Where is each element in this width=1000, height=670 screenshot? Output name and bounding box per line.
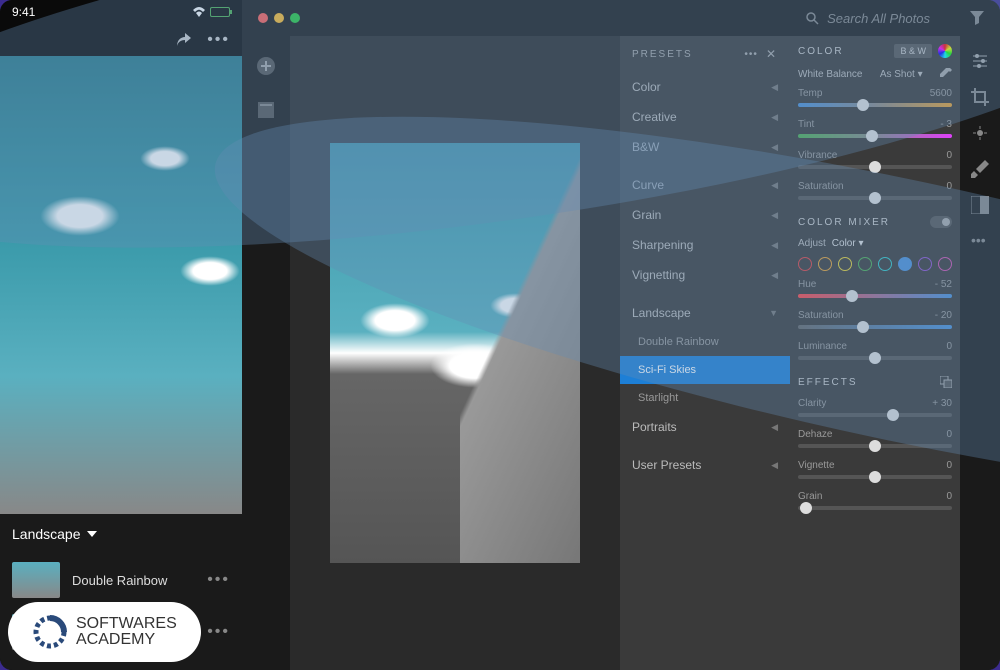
crop-icon[interactable] bbox=[971, 88, 989, 106]
color-section-title: COLOR bbox=[798, 46, 844, 57]
preset-group-vignetting[interactable]: Vignetting◀ bbox=[620, 260, 790, 290]
slider-saturation[interactable]: Saturation0 bbox=[798, 181, 952, 200]
watermark-badge: SOFTWARES ACADEMY bbox=[8, 602, 201, 662]
battery-icon bbox=[210, 7, 230, 17]
color-swatch[interactable] bbox=[918, 257, 932, 271]
preset-thumbnail bbox=[12, 562, 60, 598]
color-swatch[interactable] bbox=[838, 257, 852, 271]
preset-group-user[interactable]: User Presets◀ bbox=[620, 450, 790, 480]
adjust-dropdown[interactable]: Color ▾ bbox=[832, 238, 864, 249]
preset-group-creative[interactable]: Creative◀ bbox=[620, 102, 790, 132]
slider-vibrance[interactable]: Vibrance0 bbox=[798, 150, 952, 169]
mobile-preview-panel: 9:41 ••• Landscape Double Rainbow ••• bbox=[0, 0, 242, 670]
slider-tint[interactable]: Tint- 3 bbox=[798, 119, 952, 138]
color-swatch[interactable] bbox=[798, 257, 812, 271]
wifi-icon bbox=[192, 7, 206, 17]
panel-menu-icon[interactable] bbox=[940, 376, 952, 388]
color-swatch[interactable] bbox=[858, 257, 872, 271]
search-input[interactable]: Search All Photos bbox=[805, 11, 930, 26]
right-tool-strip: ••• bbox=[960, 36, 1000, 670]
effects-title: EFFECTS bbox=[798, 377, 858, 388]
preset-group-landscape[interactable]: Landscape▼ bbox=[620, 298, 790, 328]
brush-icon[interactable] bbox=[971, 160, 989, 178]
bw-toggle[interactable]: B & W bbox=[894, 44, 932, 58]
color-mixer-section: COLOR MIXER Adjust Color ▾ Hue- 52 Satura… bbox=[798, 216, 952, 360]
desktop-titlebar: Search All Photos bbox=[242, 0, 1000, 36]
more-icon[interactable]: ••• bbox=[971, 232, 989, 250]
preset-group-curve[interactable]: Curve◀ bbox=[620, 170, 790, 200]
redo-icon[interactable] bbox=[173, 33, 191, 47]
color-swatch[interactable] bbox=[938, 257, 952, 271]
main-image[interactable] bbox=[330, 143, 580, 563]
mobile-preset-item[interactable]: Double Rainbow ••• bbox=[12, 554, 230, 606]
adjust-label: Adjust bbox=[798, 238, 826, 249]
close-icon[interactable]: ✕ bbox=[766, 47, 778, 61]
presets-header: PRESETS ••• ✕ bbox=[620, 36, 790, 72]
preset-group-bw[interactable]: B&W◀ bbox=[620, 132, 790, 162]
color-swatch[interactable] bbox=[818, 257, 832, 271]
minimize-icon[interactable] bbox=[274, 13, 284, 23]
chevron-down-icon bbox=[87, 531, 97, 537]
wb-dropdown[interactable]: As Shot ▾ bbox=[880, 69, 923, 80]
eyedropper-icon[interactable] bbox=[940, 68, 952, 80]
effects-section: EFFECTS Clarity+ 30 Dehaze0 Vignette0 Grain… bbox=[798, 376, 952, 510]
slider-clarity[interactable]: Clarity+ 30 bbox=[798, 398, 952, 417]
more-icon[interactable]: ••• bbox=[207, 623, 230, 641]
more-icon[interactable]: ••• bbox=[207, 571, 230, 589]
color-swatch[interactable] bbox=[898, 257, 912, 271]
slider-luminance[interactable]: Luminance0 bbox=[798, 341, 952, 360]
preset-group-grain[interactable]: Grain◀ bbox=[620, 200, 790, 230]
adjustments-panel: COLOR B & W White Balance As Shot ▾ Temp… bbox=[790, 36, 960, 670]
slider-hue[interactable]: Hue- 52 bbox=[798, 279, 952, 298]
adjust-icon[interactable] bbox=[971, 52, 989, 70]
gradient-icon[interactable] bbox=[971, 196, 989, 214]
gear-icon bbox=[32, 614, 68, 650]
color-wheel-icon[interactable] bbox=[938, 44, 952, 58]
grid-icon[interactable] bbox=[252, 96, 280, 124]
heal-icon[interactable] bbox=[971, 124, 989, 142]
presets-panel: PRESETS ••• ✕ Color◀ Creative◀ B&W◀ Curv… bbox=[620, 36, 790, 670]
slider-grain[interactable]: Grain0 bbox=[798, 491, 952, 510]
slider-temp[interactable]: Temp5600 bbox=[798, 88, 952, 107]
window-controls[interactable] bbox=[258, 13, 300, 23]
desktop-app: Search All Photos PRESETS bbox=[242, 0, 1000, 670]
preset-group-sharpening[interactable]: Sharpening◀ bbox=[620, 230, 790, 260]
mobile-preview-image bbox=[0, 56, 242, 514]
left-tool-column bbox=[242, 36, 290, 670]
slider-saturation[interactable]: Saturation- 20 bbox=[798, 310, 952, 329]
preset-scifi-skies[interactable]: Sci-Fi Skies bbox=[620, 356, 790, 384]
preset-starlight[interactable]: Starlight bbox=[620, 384, 790, 412]
slider-vignette[interactable]: Vignette0 bbox=[798, 460, 952, 479]
preset-double-rainbow[interactable]: Double Rainbow bbox=[620, 328, 790, 356]
maximize-icon[interactable] bbox=[290, 13, 300, 23]
slider-dehaze[interactable]: Dehaze0 bbox=[798, 429, 952, 448]
color-section: COLOR B & W White Balance As Shot ▾ Temp… bbox=[798, 44, 952, 200]
mixer-toggle[interactable] bbox=[930, 216, 952, 228]
mixer-title: COLOR MIXER bbox=[798, 217, 890, 228]
color-swatch[interactable] bbox=[878, 257, 892, 271]
canvas-area bbox=[290, 36, 620, 670]
preset-group-portraits[interactable]: Portraits◀ bbox=[620, 412, 790, 442]
search-icon bbox=[805, 11, 819, 25]
mobile-toolbar: ••• bbox=[0, 24, 242, 56]
more-icon[interactable]: ••• bbox=[207, 31, 230, 49]
wb-label: White Balance bbox=[798, 69, 862, 80]
category-dropdown[interactable]: Landscape bbox=[12, 526, 230, 542]
preset-label: Double Rainbow bbox=[72, 573, 195, 588]
color-mixer-swatches bbox=[798, 257, 952, 271]
add-button[interactable] bbox=[252, 52, 280, 80]
more-icon[interactable]: ••• bbox=[744, 49, 758, 60]
preset-group-color[interactable]: Color◀ bbox=[620, 72, 790, 102]
close-icon[interactable] bbox=[258, 13, 268, 23]
status-time: 9:41 bbox=[12, 5, 35, 19]
filter-icon[interactable] bbox=[970, 11, 984, 25]
mobile-status-bar: 9:41 bbox=[0, 0, 242, 24]
